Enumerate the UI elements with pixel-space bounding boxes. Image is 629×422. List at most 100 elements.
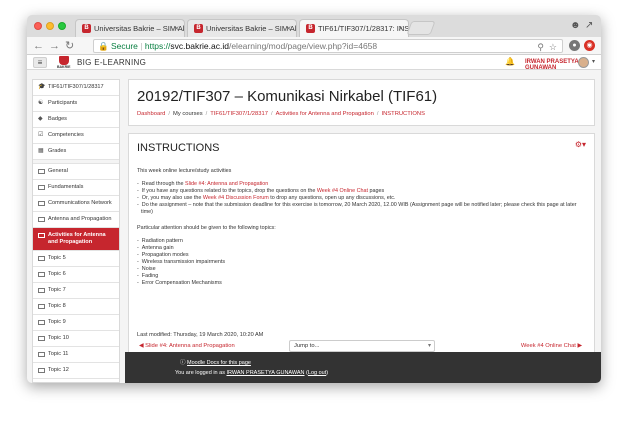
list-item: Read through the Slide #4: Antenna and P… (137, 181, 587, 188)
sidebar-item-label: Grades (48, 148, 67, 154)
tab-title: Universitas Bakrie – SIM Akad (94, 24, 185, 33)
notification-bell-icon[interactable]: 🔔 (505, 57, 515, 66)
moodle-docs-link[interactable]: ⓘ Moodle Docs for this page (180, 358, 251, 366)
online-chat-link[interactable]: Week #4 Online Chat (317, 188, 368, 194)
sidebar-item-topic-5[interactable]: Topic 5 (33, 251, 119, 267)
next-activity-link[interactable]: Week #4 Online Chat ▶ (521, 343, 582, 349)
avatar[interactable] (578, 57, 589, 68)
sidebar-item-general[interactable]: General (33, 164, 119, 180)
steps-list: Read through the Slide #4: Antenna and P… (137, 181, 587, 216)
browser-tab-1[interactable]: B Universitas Bakrie – SIM Akad × (75, 19, 185, 37)
profile-icon[interactable]: ☻ (570, 20, 581, 31)
folder-icon (38, 304, 45, 309)
close-tab-icon[interactable]: × (398, 24, 403, 33)
slide-link[interactable]: Slide #4: Antenna and Propagation (185, 181, 268, 187)
close-window-button[interactable] (34, 22, 42, 30)
sidebar-item-label: Activities for Antenna and Propagation (48, 232, 106, 245)
gear-icon[interactable]: ⚙▾ (575, 140, 586, 149)
attention-text: Particular attention should be given to … (137, 225, 276, 231)
bookmark-star-icon[interactable]: ☆ (549, 41, 557, 53)
address-bar[interactable]: 🔒 Secure | https://svc.bakrie.ac.id/elea… (93, 39, 563, 53)
browser-tab-3-active[interactable]: B TIF61/TIF307/1/28317: INST × (299, 19, 409, 37)
moodle-docs-label: Moodle Docs for this page (187, 360, 251, 366)
users-icon: ☯ (38, 100, 44, 106)
sidebar-item-label: Competencies (48, 132, 84, 138)
breadcrumb-section[interactable]: Activities for Antenna and Propagation (276, 111, 374, 117)
intro-text: This week online lecture/study activitie… (137, 168, 232, 174)
zoom-window-button[interactable] (58, 22, 66, 30)
login-text: You are logged in as (175, 370, 227, 376)
folder-icon (38, 201, 45, 206)
sidebar-item-activities-active[interactable]: Activities for Antenna and Propagation (33, 228, 119, 251)
list-item: If you have any questions related to the… (137, 188, 587, 195)
breadcrumb-course[interactable]: TIF61/TIF307/1/28317 (210, 111, 268, 117)
university-logo[interactable]: BAKRIE (57, 56, 71, 69)
check-square-icon: ☑ (38, 132, 44, 138)
sidebar-item-communications-network[interactable]: Communications Network (33, 196, 119, 212)
logged-in-user-link[interactable]: IRWAN PRASETYA GUNAWAN (226, 370, 304, 376)
logo-text: BAKRIE (57, 65, 71, 69)
sidebar-item-topic-9[interactable]: Topic 9 (33, 315, 119, 331)
fullscreen-icon[interactable]: ↗ (585, 20, 593, 31)
close-tab-icon[interactable]: × (174, 24, 179, 33)
breadcrumb-page[interactable]: INSTRUCTIONS (381, 111, 424, 117)
previous-activity-link[interactable]: ◀ Slide #4: Antenna and Propagation (139, 343, 235, 349)
reload-icon[interactable]: ↻ (65, 39, 74, 53)
site-brand[interactable]: BIG E-LEARNING (77, 58, 146, 67)
sidebar-item-antenna-propagation[interactable]: Antenna and Propagation (33, 212, 119, 228)
extension-icon[interactable]: ● (569, 40, 580, 51)
discussion-forum-link[interactable]: Week #4 Discussion Forum (203, 195, 269, 201)
breadcrumb: Dashboard / My courses / TIF61/TIF307/1/2831… (137, 111, 425, 117)
list-item: Fading (137, 273, 587, 280)
folder-icon (38, 169, 45, 174)
adblock-icon[interactable]: ◉ (584, 40, 595, 51)
forward-arrow-icon[interactable]: → (49, 39, 60, 53)
list-item: Noise (137, 266, 587, 273)
sidebar-item-topic-10[interactable]: Topic 10 (33, 331, 119, 347)
triangle-left-icon: ◀ (139, 343, 144, 349)
sidebar-item-label: Topic 7 (48, 287, 66, 293)
folder-icon (38, 288, 45, 293)
logout-link[interactable]: Log out (308, 370, 326, 376)
list-item: Propagation modes (137, 252, 587, 259)
sidebar-item-topic-11[interactable]: Topic 11 (33, 347, 119, 363)
lock-icon: 🔒 (98, 41, 109, 51)
sidebar-item-label: Communications Network (48, 200, 112, 206)
step-text: If you have any questions related to the… (141, 188, 317, 194)
chevron-down-icon[interactable]: ▾ (592, 58, 595, 65)
jump-to-select[interactable]: Jump to... ▾ (289, 340, 435, 352)
menu-toggle-icon[interactable]: ≡ (33, 57, 47, 68)
sidebar-item-competencies[interactable]: ☑ Competencies (33, 128, 119, 144)
sidebar-item-topic-7[interactable]: Topic 7 (33, 283, 119, 299)
zoom-icon[interactable]: ⚲ (537, 41, 544, 53)
step-text: Or, you may also use the (141, 195, 203, 201)
page-content: INSTRUCTIONS ⚙▾ This week online lecture… (128, 133, 595, 353)
sidebar-item-participants[interactable]: ☯ Participants (33, 96, 119, 112)
browser-tab-2[interactable]: B Universitas Bakrie – SIM Akad × (187, 19, 297, 37)
url-path: /elearning/mod/page/view.php?id=4658 (228, 41, 378, 51)
sidebar-item-fundamentals[interactable]: Fundamentals (33, 180, 119, 196)
sidebar-item-topic-6[interactable]: Topic 6 (33, 267, 119, 283)
sidebar-item-label: Topic 12 (48, 367, 69, 373)
page-header: 20192/TIF307 – Komunikasi Nirkabel (TIF6… (128, 79, 595, 126)
close-tab-icon[interactable]: × (286, 24, 291, 33)
breadcrumb-dashboard[interactable]: Dashboard (137, 111, 165, 117)
sidebar-item-grades[interactable]: ▦ Grades (33, 144, 119, 160)
user-name[interactable]: IRWAN PRASETYA GUNAWAN (525, 59, 601, 71)
next-activity-label: Week #4 Online Chat (520, 343, 576, 349)
list-item: Do the assignment – note that the submis… (137, 202, 587, 216)
sidebar-item-badges[interactable]: ◆ Badges (33, 112, 119, 128)
minimize-window-button[interactable] (46, 22, 54, 30)
list-item: Error Compensation Mechanisms (137, 280, 587, 287)
browser-window: B Universitas Bakrie – SIM Akad × B Univ… (27, 15, 601, 383)
graduation-cap-icon: 🎓 (38, 84, 46, 90)
sidebar-item-topic-12[interactable]: Topic 12 (33, 363, 119, 379)
new-tab-button[interactable] (406, 21, 436, 35)
table-icon: ▦ (38, 148, 44, 154)
folder-icon (38, 320, 45, 325)
back-arrow-icon[interactable]: ← (33, 39, 44, 53)
sidebar-item-course[interactable]: 🎓 TIF61/TIF307/1/28317 (33, 80, 119, 96)
folder-icon (38, 368, 45, 373)
sidebar-item-topic-8[interactable]: Topic 8 (33, 299, 119, 315)
step-text: pages (367, 188, 385, 194)
